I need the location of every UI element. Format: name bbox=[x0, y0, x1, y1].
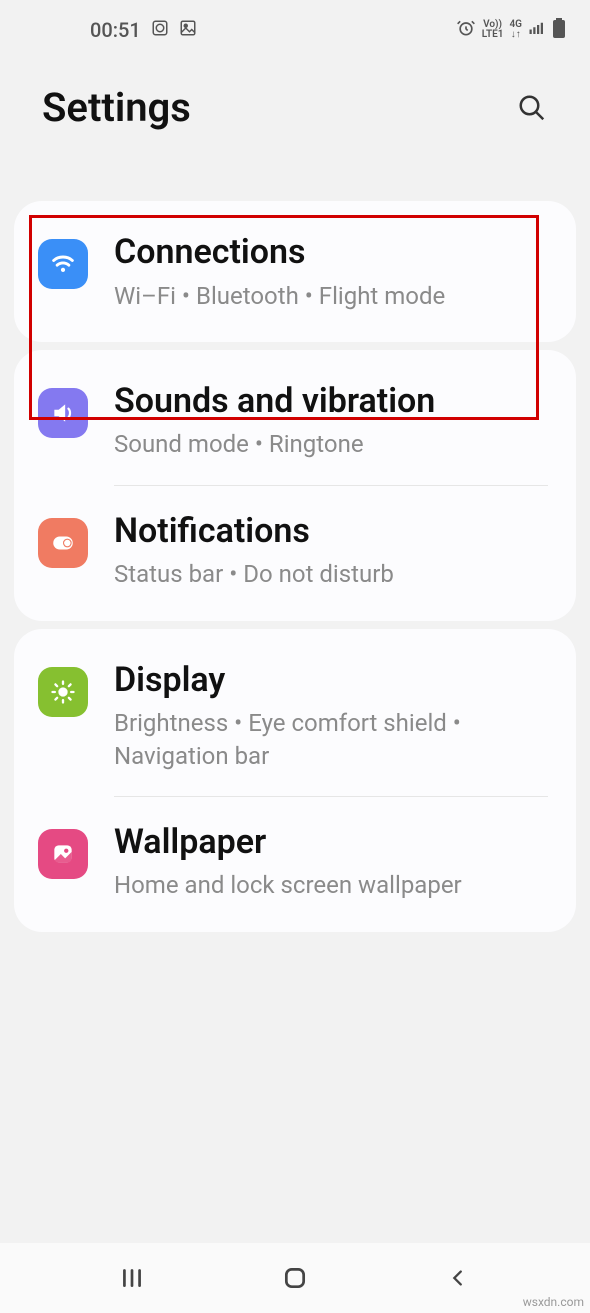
image-app-icon bbox=[179, 19, 197, 42]
data-arrows-icon: ↓↑ bbox=[511, 30, 521, 40]
clock-app-icon bbox=[151, 19, 169, 42]
item-title: Connections bbox=[114, 231, 550, 274]
wallpaper-icon bbox=[38, 829, 88, 879]
volte-indicator: Vo)) LTE1 bbox=[482, 20, 504, 40]
settings-item-connections[interactable]: Connections Wi–Fi • Bluetooth • Flight m… bbox=[14, 207, 576, 336]
page-title: Settings bbox=[42, 84, 191, 131]
nav-home-button[interactable] bbox=[265, 1258, 325, 1298]
item-subtitle: Brightness • Eye comfort shield • Naviga… bbox=[114, 707, 550, 772]
notifications-icon bbox=[38, 518, 88, 568]
home-icon bbox=[282, 1265, 308, 1291]
item-subtitle: Wi–Fi • Bluetooth • Flight mode bbox=[114, 280, 550, 312]
item-content: Display Brightness • Eye comfort shield … bbox=[114, 659, 550, 772]
recents-icon bbox=[119, 1265, 145, 1291]
watermark: wsxdn.com bbox=[523, 1295, 584, 1309]
status-clock: 00:51 bbox=[90, 18, 141, 42]
item-content: Sounds and vibration Sound mode • Ringto… bbox=[114, 380, 550, 461]
item-title: Sounds and vibration bbox=[114, 380, 550, 423]
search-icon bbox=[517, 93, 547, 123]
settings-header: Settings bbox=[0, 54, 590, 171]
nav-back-button[interactable] bbox=[428, 1258, 488, 1298]
navigation-bar bbox=[0, 1243, 590, 1313]
back-icon bbox=[447, 1267, 469, 1289]
brightness-icon bbox=[38, 667, 88, 717]
alarm-icon bbox=[456, 18, 476, 43]
item-subtitle: Status bar • Do not disturb bbox=[114, 558, 550, 590]
item-subtitle: Home and lock screen wallpaper bbox=[114, 869, 550, 901]
item-content: Notifications Status bar • Do not distur… bbox=[114, 510, 550, 591]
data-indicator: 4G ↓↑ bbox=[509, 20, 522, 40]
settings-item-display[interactable]: Display Brightness • Eye comfort shield … bbox=[14, 635, 576, 796]
settings-card-display-wallpaper: Display Brightness • Eye comfort shield … bbox=[14, 629, 576, 932]
wifi-icon bbox=[38, 239, 88, 289]
signal-icon bbox=[528, 19, 546, 42]
item-title: Notifications bbox=[114, 510, 550, 553]
settings-card-sounds-notifications: Sounds and vibration Sound mode • Ringto… bbox=[14, 350, 576, 621]
item-content: Connections Wi–Fi • Bluetooth • Flight m… bbox=[114, 231, 550, 312]
speaker-icon bbox=[38, 388, 88, 438]
search-button[interactable] bbox=[512, 88, 552, 128]
settings-item-sounds[interactable]: Sounds and vibration Sound mode • Ringto… bbox=[14, 356, 576, 485]
battery-icon bbox=[552, 18, 566, 43]
item-subtitle: Sound mode • Ringtone bbox=[114, 428, 550, 460]
settings-item-notifications[interactable]: Notifications Status bar • Do not distur… bbox=[14, 486, 576, 615]
status-right: Vo)) LTE1 4G ↓↑ bbox=[456, 18, 566, 43]
settings-item-wallpaper[interactable]: Wallpaper Home and lock screen wallpaper bbox=[14, 797, 576, 926]
status-left: 00:51 bbox=[90, 18, 197, 42]
item-title: Wallpaper bbox=[114, 821, 550, 864]
item-title: Display bbox=[114, 659, 550, 702]
settings-card-connections: Connections Wi–Fi • Bluetooth • Flight m… bbox=[14, 201, 576, 342]
nav-recents-button[interactable] bbox=[102, 1258, 162, 1298]
status-bar: 00:51 Vo)) LTE1 4G ↓↑ bbox=[0, 0, 590, 54]
item-content: Wallpaper Home and lock screen wallpaper bbox=[114, 821, 550, 902]
